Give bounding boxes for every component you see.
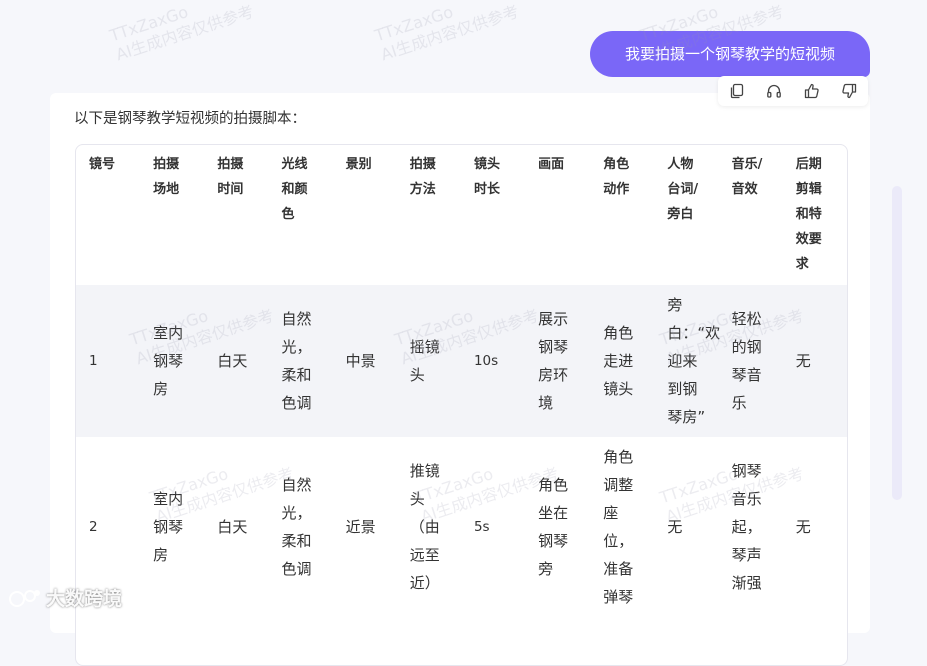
table-cell: 室内钢琴房 [140, 285, 205, 437]
table-cell: 无 [782, 285, 847, 437]
column-header: 拍摄场地 [153, 157, 180, 197]
table-cell: 中景 [332, 285, 397, 437]
table-cell: 展示钢琴房环境 [525, 285, 591, 437]
assistant-answer-card: 以下是钢琴教学短视频的拍摄脚本： 镜号 拍摄场地 拍摄时间 光线和颜色 景别 拍… [50, 93, 870, 666]
copy-icon [730, 83, 743, 99]
like-button[interactable] [802, 81, 822, 101]
table-cell: 近景 [332, 437, 397, 617]
table-cell: 自然光，柔和色调 [268, 437, 333, 617]
script-table-container: 镜号 拍摄场地 拍摄时间 光线和颜色 景别 拍摄方法 镜头时长 画面 角色动作 … [75, 144, 848, 666]
copy-button[interactable] [727, 81, 747, 101]
table-cell: 10s [460, 285, 526, 437]
table-cell: 角色调整座位，准备弹琴 [590, 437, 655, 617]
message-actions-toolbar [718, 76, 868, 106]
table-cell: 摇镜头 [396, 285, 461, 437]
vertical-scrollbar[interactable] [892, 186, 902, 500]
table-cell: 5s [460, 437, 526, 617]
table-cell: 白天 [204, 437, 269, 617]
read-aloud-button[interactable] [764, 81, 784, 101]
table-cell: 无 [782, 437, 847, 617]
headphones-icon [767, 84, 782, 98]
column-header: 拍摄时间 [217, 157, 244, 197]
column-header: 镜头时长 [473, 157, 500, 197]
column-header: 光线和颜色 [281, 157, 308, 222]
table-cell: 角色走进镜头 [590, 285, 655, 437]
table-header-row: 镜号 拍摄场地 拍摄时间 光线和颜色 景别 拍摄方法 镜头时长 画面 角色动作 … [76, 145, 847, 285]
column-header: 拍摄方法 [409, 157, 436, 197]
table-row: 2 室内钢琴房 白天 自然光，柔和色调 近景 推镜头（由远至近） 5s 角色坐在… [76, 437, 847, 617]
table-cell: 角色坐在钢琴旁 [525, 437, 591, 617]
column-header: 景别 [345, 157, 372, 172]
table-cell: 无 [654, 437, 719, 617]
table-cell: 钢琴音乐起，琴声渐强 [718, 437, 783, 617]
column-header: 镜号 [89, 157, 116, 172]
table-cell: 轻松的钢琴音乐 [718, 285, 783, 437]
column-header: 人物台词/旁白 [667, 157, 699, 222]
brand-name: 大数跨境 [46, 588, 123, 610]
script-table: 镜号 拍摄场地 拍摄时间 光线和颜色 景别 拍摄方法 镜头时长 画面 角色动作 … [76, 145, 847, 617]
dislike-button[interactable] [839, 81, 859, 101]
column-header: 音乐/音效 [731, 157, 763, 197]
thumbs-up-icon [804, 83, 819, 99]
column-header: 角色动作 [603, 157, 630, 197]
watermark: TTxZaxGoAI生成内容仅供参考 [107, 1, 257, 65]
column-header: 后期剪辑和特效要求 [795, 157, 822, 272]
user-message-text: 我要拍摄一个钢琴教学的短视频 [624, 45, 835, 63]
table-cell: 推镜头（由远至近） [396, 437, 461, 617]
brand-logo-icon [9, 589, 40, 607]
table-cell: 1 [76, 285, 141, 437]
brand-watermark: 大数跨境 [8, 584, 122, 611]
table-cell: 白天 [204, 285, 269, 437]
watermark: TTxZaxGoAI生成内容仅供参考 [372, 1, 522, 65]
column-header: 画面 [538, 157, 565, 172]
answer-intro-text: 以下是钢琴教学短视频的拍摄脚本： [74, 111, 306, 127]
table-cell: 自然光，柔和色调 [268, 285, 333, 437]
table-cell: 室内钢琴房 [140, 437, 205, 617]
user-message-bubble: 我要拍摄一个钢琴教学的短视频 [590, 31, 870, 77]
table-cell: 旁白：“欢迎来到钢琴房” [654, 285, 720, 437]
table-row: 1 室内钢琴房 白天 自然光，柔和色调 中景 摇镜头 10s 展示钢琴房环境 角… [76, 285, 847, 437]
thumbs-down-icon [842, 83, 857, 99]
